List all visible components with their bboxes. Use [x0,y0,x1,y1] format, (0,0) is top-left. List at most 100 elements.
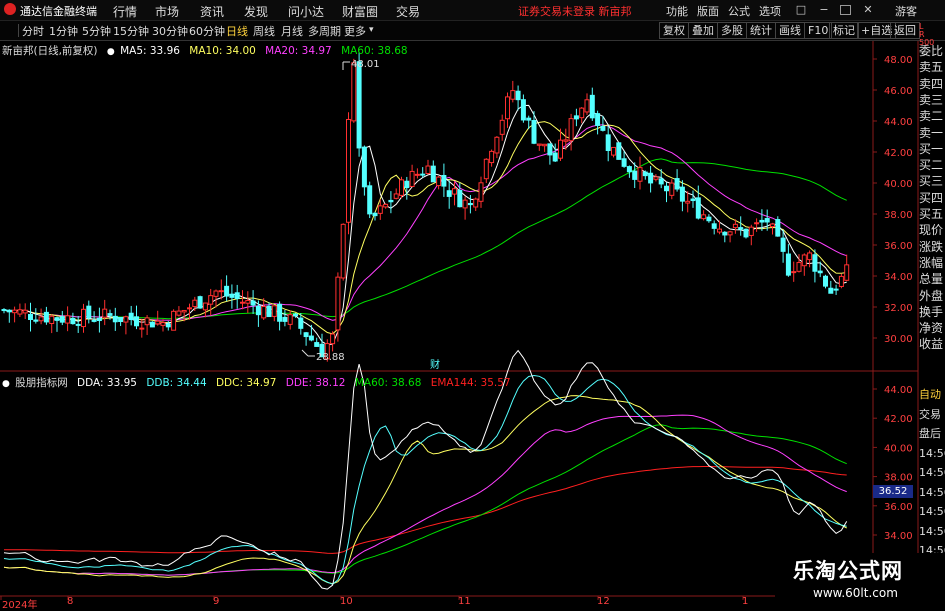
candle-body[interactable] [255,305,261,316]
candle-body[interactable] [128,312,134,321]
candle-body[interactable] [388,199,394,203]
candle-body[interactable] [653,176,659,180]
trade-row-0[interactable]: 自动 [919,386,945,403]
candle-body[interactable] [86,305,92,319]
candle-body[interactable] [12,309,18,314]
candle-body[interactable] [764,218,770,223]
candle-body[interactable] [187,307,192,310]
candle-body[interactable] [261,306,267,319]
candle-body[interactable] [844,264,850,281]
candle-body[interactable] [558,139,563,159]
candlesticks[interactable] [1,51,850,362]
candle-body[interactable] [271,305,277,317]
candle-body[interactable] [372,212,378,217]
candle-body[interactable] [600,125,606,131]
candle-body[interactable] [738,227,744,230]
candle-body[interactable] [584,99,590,113]
candle-body[interactable] [208,295,214,305]
candle-body[interactable] [706,216,712,222]
candle-body[interactable] [176,310,182,316]
candle-body[interactable] [727,231,733,236]
candle-body[interactable] [483,158,489,180]
candle-body[interactable] [420,173,426,176]
candle-body[interactable] [197,296,203,309]
candle-body[interactable] [838,275,844,287]
candle-body[interactable] [282,316,288,322]
candle-body[interactable] [579,107,585,119]
candle-body[interactable] [823,275,828,287]
candle-body[interactable] [383,203,389,208]
candle-body[interactable] [1,309,7,312]
candle-body[interactable] [229,293,235,298]
candle-body[interactable] [759,219,765,223]
candle-body[interactable] [526,117,532,121]
candle-body[interactable] [123,316,129,323]
candle-body[interactable] [139,327,145,330]
candle-body[interactable] [351,62,357,122]
stock-name[interactable]: 新亩邦(日线,前复权) [2,45,98,57]
candle-body[interactable] [611,146,616,156]
candle-body[interactable] [817,270,823,274]
candle-body[interactable] [717,228,722,233]
candle-body[interactable] [245,300,251,304]
candle-body[interactable] [6,309,12,313]
finance-marker[interactable]: 财 [430,358,440,371]
candle-body[interactable] [616,142,622,160]
indicator-name[interactable]: 股朋指标网 [15,377,68,389]
candle-body[interactable] [573,115,579,120]
candle-body[interactable] [404,180,410,189]
candle-body[interactable] [801,254,807,267]
candle-body[interactable] [91,319,97,322]
candle-body[interactable] [298,317,304,329]
candle-body[interactable] [722,231,728,236]
candle-body[interactable] [144,317,150,326]
candle-body[interactable] [367,185,373,215]
candle-body[interactable] [399,179,404,196]
candle-body[interactable] [414,173,420,176]
candle-body[interactable] [589,94,595,119]
candle-body[interactable] [467,202,473,206]
candle-body[interactable] [75,323,81,326]
candle-body[interactable] [542,143,548,147]
candle-body[interactable] [224,285,230,297]
candle-body[interactable] [160,322,166,326]
candle-body[interactable] [674,178,680,190]
candle-body[interactable] [54,317,60,321]
candle-body[interactable] [213,290,219,297]
candle-body[interactable] [112,315,118,323]
candle-body[interactable] [520,99,526,121]
candle-body[interactable] [547,143,553,156]
candle-body[interactable] [65,315,71,324]
candle-body[interactable] [17,309,23,315]
candle-body[interactable] [181,309,187,313]
candle-body[interactable] [59,316,65,323]
candle-body[interactable] [711,223,717,229]
candle-body[interactable] [107,313,113,316]
candle-body[interactable] [478,182,484,202]
candle-body[interactable] [605,134,611,151]
candle-body[interactable] [489,150,495,164]
candle-body[interactable] [425,165,431,174]
candle-body[interactable] [780,237,786,252]
candle-body[interactable] [330,333,336,345]
candle-body[interactable] [446,190,452,197]
candle-body[interactable] [441,174,447,187]
candle-body[interactable] [340,223,346,279]
candle-body[interactable] [828,287,834,294]
candle-body[interactable] [690,198,696,202]
candle-body[interactable] [266,305,272,318]
candle-body[interactable] [102,308,108,318]
candle-body[interactable] [452,188,457,195]
candle-body[interactable] [250,300,256,306]
candle-body[interactable] [732,223,738,229]
candle-body[interactable] [642,171,648,177]
candle-body[interactable] [462,199,468,209]
candle-body[interactable] [510,90,516,100]
candle-body[interactable] [277,303,283,322]
candle-body[interactable] [38,316,44,322]
kline-chart[interactable]: 48.00 46.00 44.00 42.00 40.00 38.00 36.00 34.00… [0,0,945,609]
candle-body[interactable] [96,317,102,322]
candle-body[interactable] [335,276,341,331]
candle-body[interactable] [626,166,632,173]
candle-body[interactable] [28,313,33,320]
